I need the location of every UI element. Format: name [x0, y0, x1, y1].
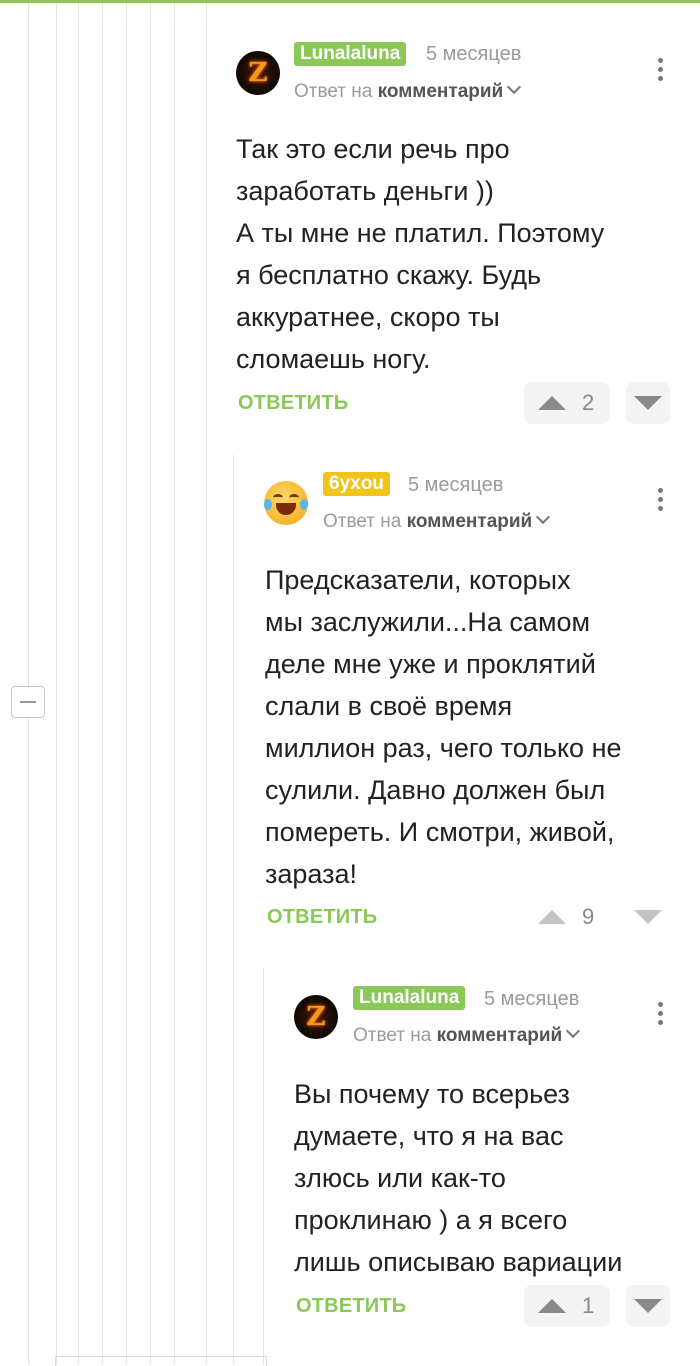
vote-count: 1 — [582, 1293, 595, 1318]
upvote-button[interactable]: 1 — [524, 1285, 610, 1327]
vote-count: 9 — [582, 904, 595, 929]
collapse-thread-button[interactable] — [11, 686, 45, 718]
thread-line[interactable] — [126, 3, 127, 1365]
triangle-up-icon[interactable] — [538, 910, 566, 924]
username-badge[interactable]: Lunalaluna — [294, 42, 407, 66]
chevron-down-icon[interactable] — [507, 79, 522, 95]
triangle-down-icon — [634, 1299, 662, 1313]
downvote-button[interactable] — [626, 382, 670, 424]
emoji-eye — [273, 494, 283, 501]
comment-text: Вы почему то всерьез думаете, что я на в… — [294, 1079, 623, 1277]
user-avatar[interactable]: Z — [236, 51, 280, 95]
thread-line[interactable] — [150, 3, 151, 1365]
chevron-down-icon[interactable] — [566, 1023, 581, 1039]
thread-line[interactable] — [174, 3, 175, 1365]
kebab-menu-icon[interactable] — [658, 58, 664, 86]
comment-time: 5 месяцев — [484, 988, 580, 1010]
thread-line[interactable] — [233, 455, 234, 1365]
vote-count: 2 — [582, 390, 595, 415]
reply-button[interactable]: ОТВЕТИТЬ — [296, 1295, 406, 1318]
thread-line[interactable] — [263, 968, 264, 1365]
triangle-down-icon[interactable] — [634, 910, 662, 924]
emoji-mouth — [276, 503, 296, 515]
reply-to-target[interactable]: комментарий — [437, 1025, 563, 1046]
chevron-down-icon[interactable] — [536, 509, 551, 525]
emoji-tear — [264, 499, 272, 510]
triangle-up-icon — [538, 1299, 566, 1313]
user-avatar[interactable] — [264, 481, 308, 525]
downvote-button[interactable] — [626, 1285, 670, 1327]
thread-line[interactable] — [56, 3, 57, 1365]
comment-text: Так это если речь про заработать деньги … — [236, 134, 605, 374]
reply-to-link[interactable]: Ответ на комментарий — [294, 79, 522, 103]
reply-to-target[interactable]: комментарий — [407, 511, 533, 532]
kebab-menu-icon[interactable] — [658, 1002, 664, 1030]
username-badge[interactable]: 6yxou — [323, 472, 390, 496]
reply-button[interactable]: ОТВЕТИТЬ — [267, 906, 377, 929]
reply-button[interactable]: ОТВЕТИТЬ — [238, 392, 348, 415]
reply-to-prefix: Ответ на — [353, 1025, 432, 1046]
username-badge[interactable]: Lunalaluna — [353, 986, 466, 1010]
reply-to-link[interactable]: Ответ на комментарий — [323, 509, 551, 533]
comment-time: 5 месяцев — [408, 474, 504, 496]
reply-to-link[interactable]: Ответ на комментарий — [353, 1023, 581, 1047]
reply-to-prefix: Ответ на — [294, 81, 373, 102]
kebab-menu-icon[interactable] — [658, 488, 664, 516]
thread-line[interactable] — [28, 3, 29, 1365]
triangle-down-icon — [634, 396, 662, 410]
top-accent-bar — [0, 0, 700, 3]
thread-line[interactable] — [78, 3, 79, 1365]
emoji-eye — [289, 494, 299, 501]
thread-line[interactable] — [102, 3, 103, 1365]
flaming-z-icon: Z — [306, 1002, 326, 1032]
user-avatar[interactable]: Z — [294, 995, 338, 1039]
triangle-up-icon — [538, 396, 566, 410]
upvote-button[interactable]: 2 — [524, 382, 610, 424]
comment-text: Предсказатели, которых мы заслужили...На… — [265, 565, 622, 889]
emoji-tear — [300, 499, 308, 510]
reply-to-target[interactable]: комментарий — [378, 81, 504, 102]
comment-time: 5 месяцев — [426, 43, 522, 65]
reply-to-prefix: Ответ на — [323, 511, 402, 532]
flaming-z-icon: Z — [248, 58, 268, 88]
thread-line[interactable] — [206, 3, 207, 1365]
